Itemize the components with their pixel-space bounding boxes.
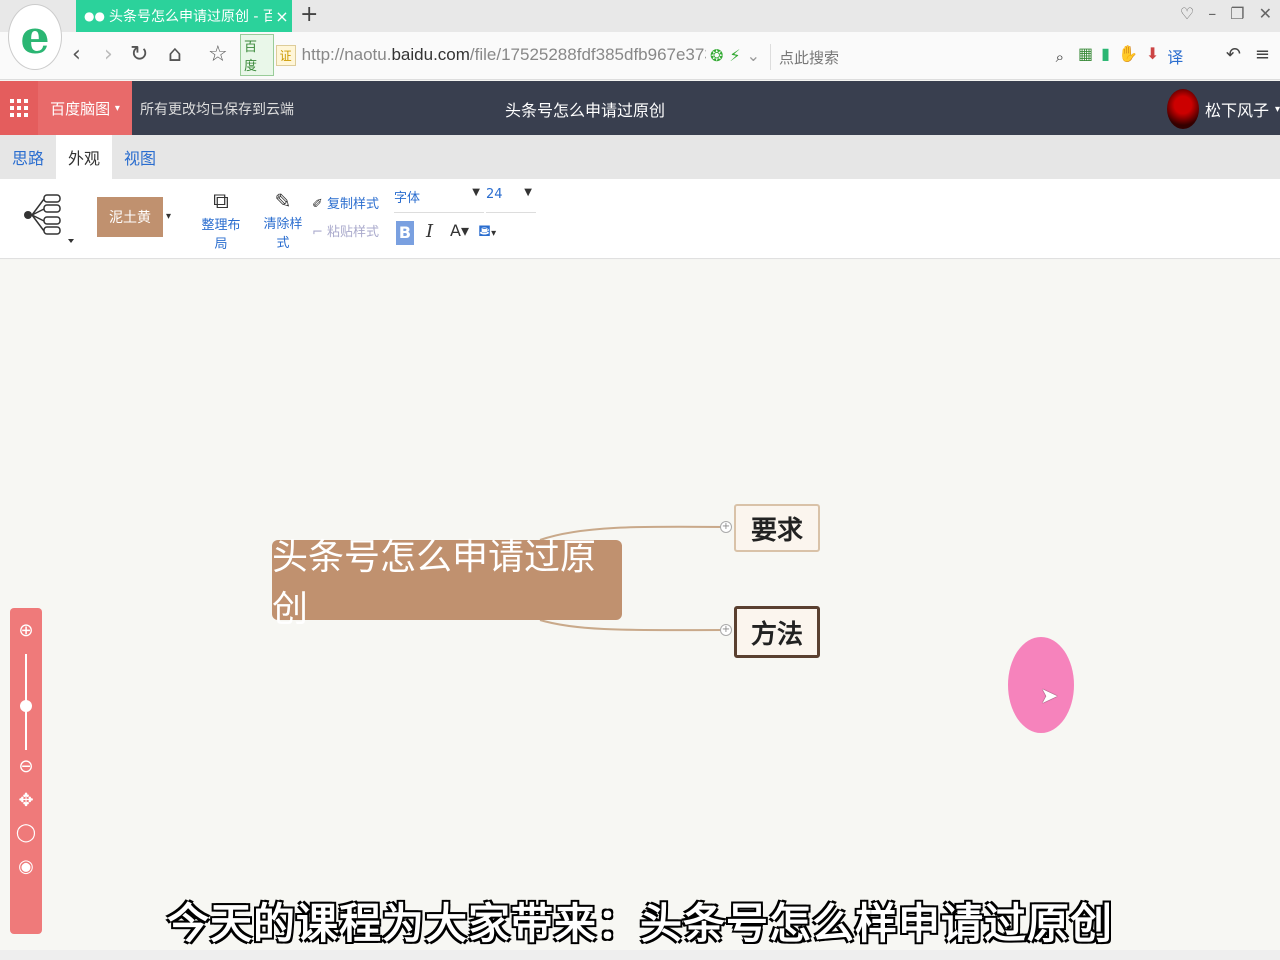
user-menu[interactable]: 松下风子 ▾ <box>1166 89 1280 129</box>
expand-icon[interactable]: + <box>720 521 732 533</box>
back-icon[interactable]: ‹ <box>72 42 81 67</box>
hand-icon[interactable]: ✋ <box>1118 44 1138 68</box>
tab-close-button[interactable]: × <box>272 7 292 26</box>
browser-logo-letter: e <box>20 10 50 64</box>
child-node-method[interactable]: 方法 <box>734 606 820 658</box>
move-icon[interactable]: ✥ <box>10 790 42 811</box>
close-window-icon[interactable]: ✕ <box>1259 4 1272 23</box>
url-icons: ❂ ⚡ ⌄ <box>710 46 760 65</box>
document-title[interactable]: 头条号怎么申请过原创 <box>0 97 1170 121</box>
skin-icon[interactable]: ♡ <box>1180 4 1194 23</box>
search-icon[interactable]: ⌕ <box>1056 48 1064 66</box>
lightning-icon[interactable]: ⚡ <box>729 46 740 65</box>
theme-dropdown-icon[interactable]: ▾ <box>166 211 171 222</box>
home-icon[interactable]: ⌂ <box>168 42 182 67</box>
app-header: 百度脑图 ▾ 所有更改均已保存到云端 头条号怎么申请过原创 松下风子 ▾ <box>0 81 1280 135</box>
paste-style-button[interactable]: ⌐ 粘贴样式 <box>312 221 379 240</box>
layout-icon: ⧉ <box>213 189 229 214</box>
theme-button[interactable]: 泥土黄 <box>97 197 163 237</box>
url-prefix: http://naotu. <box>301 45 392 64</box>
mindmap-canvas[interactable]: 头条号怎么申请过原创 + 要求 + 方法 ➤ <box>0 260 1280 950</box>
font-dropdown-icon: ▼ <box>472 187 480 198</box>
browser-right-controls: ↶ ≡ <box>1226 44 1270 65</box>
arrange-layout-button[interactable]: ⧉ 整理布局 <box>198 189 244 252</box>
video-subtitle: 今天的课程为大家带来：头条号怎么样申请过原创 <box>166 899 1113 948</box>
username: 松下风子 <box>1204 101 1269 120</box>
copy-style-label: 复制样式 <box>327 197 380 212</box>
dropdown-icon[interactable]: ⌄ <box>747 46 760 65</box>
root-node[interactable]: 头条号怎么申请过原创 <box>272 537 622 630</box>
refresh-icon[interactable]: ↻ <box>130 42 148 67</box>
url-path: /file/17525288fdf385dfb967e37301 <box>469 45 706 64</box>
new-tab-button[interactable]: + <box>300 2 318 27</box>
tab-idea[interactable]: 思路 <box>0 135 56 179</box>
bold-button[interactable]: B <box>396 221 414 245</box>
copy-style-icon: ✐ <box>312 197 323 212</box>
window-controls: ♡ – ❐ ✕ <box>1180 4 1272 23</box>
browser-logo[interactable]: e <box>8 4 62 70</box>
paste-style-icon: ⌐ <box>312 225 323 240</box>
background-color-button[interactable]: ⛾▾ <box>478 221 496 242</box>
search-input[interactable]: 点此搜索 ⌕ <box>770 44 1070 70</box>
url-field[interactable]: 百度 证 http://naotu.baidu.com/file/1752528… <box>240 34 760 76</box>
browser-tab[interactable]: ●● 头条号怎么申请过原创 - 百度脑 × <box>76 0 292 32</box>
eye-icon[interactable]: ◉ <box>10 856 42 877</box>
zoom-controls: ⊕ ⊖ ✥ ◯ ◉ <box>10 608 42 934</box>
forward-icon[interactable]: › <box>104 42 113 67</box>
size-dropdown-icon: ▼ <box>524 187 532 198</box>
status-bar <box>0 950 1280 960</box>
star-icon[interactable]: ☆ <box>208 42 228 67</box>
paint-bucket-icon: ⛾ <box>478 221 492 240</box>
extension-icons: ▦ ▮ ✋ ⬇ 译 <box>1078 44 1183 68</box>
arrange-layout-label: 整理布局 <box>201 218 241 252</box>
apps-icon[interactable]: ▦ <box>1078 44 1093 68</box>
search-placeholder: 点此搜索 <box>779 48 840 67</box>
owl-icon: ●● <box>84 9 105 23</box>
minimize-icon[interactable]: – <box>1208 4 1216 23</box>
font-color-button[interactable]: A▾ <box>450 221 469 240</box>
toolbar: 泥土黄 ▾ ⧉ 整理布局 ✎ 清除样式 ✐ 复制样式 ⌐ 粘贴样式 字体 ▼ 2… <box>0 179 1280 259</box>
mouse-cursor-icon: ➤ <box>1040 684 1059 709</box>
zoom-out-icon[interactable]: ⊖ <box>10 756 42 777</box>
avatar <box>1166 89 1199 129</box>
font-family-value: 字体 <box>394 191 421 206</box>
zoom-in-icon[interactable]: ⊕ <box>10 620 42 641</box>
menu-tabs: 思路 外观 视图 <box>0 135 1280 179</box>
baidu-badge: 百度 <box>240 34 274 76</box>
browser-tabbar: ●● 头条号怎么申请过原创 - 百度脑 × + ♡ – ❐ ✕ <box>0 0 1280 32</box>
url-text: http://naotu.baidu.com/file/17525288fdf3… <box>302 45 706 65</box>
translate-icon[interactable]: 译 <box>1167 44 1183 68</box>
child-node-requirements[interactable]: 要求 <box>734 504 820 552</box>
font-size-select[interactable]: 24 ▼ <box>486 187 536 213</box>
font-size-value: 24 <box>486 187 503 202</box>
menu-icon[interactable]: ≡ <box>1255 44 1270 65</box>
clear-style-button[interactable]: ✎ 清除样式 <box>260 189 306 251</box>
tab-title: 头条号怎么申请过原创 - 百度脑 <box>108 9 272 25</box>
url-domain: baidu.com <box>391 45 470 64</box>
font-family-select[interactable]: 字体 ▼ <box>394 187 484 213</box>
brush-icon: ✎ <box>274 189 292 213</box>
undo-icon[interactable]: ↶ <box>1226 44 1241 65</box>
zoom-slider-handle[interactable] <box>20 700 32 712</box>
user-caret-icon: ▾ <box>1274 103 1280 115</box>
cert-badge: 证 <box>275 44 296 66</box>
security-icon[interactable]: ❂ <box>710 46 723 65</box>
paste-style-label: 粘贴样式 <box>327 225 380 240</box>
locate-icon[interactable]: ◯ <box>10 822 42 843</box>
italic-button[interactable]: I <box>426 221 433 242</box>
tab-appearance[interactable]: 外观 <box>56 135 112 179</box>
download-icon[interactable]: ⬇ <box>1146 44 1159 68</box>
structure-button[interactable] <box>18 191 74 251</box>
copy-style-button[interactable]: ✐ 复制样式 <box>312 193 379 212</box>
expand-icon[interactable]: + <box>720 624 732 636</box>
connector-lines <box>539 525 727 632</box>
structure-icon <box>24 194 74 243</box>
bg-dropdown-icon: ▾ <box>491 228 497 239</box>
reader-icon[interactable]: ▮ <box>1101 44 1110 68</box>
clear-style-label: 清除样式 <box>263 217 303 251</box>
address-bar: ‹ › ↻ ⌂ ☆ 百度 证 http://naotu.baidu.com/fi… <box>0 32 1280 80</box>
tab-view[interactable]: 视图 <box>112 135 168 179</box>
restore-icon[interactable]: ❐ <box>1230 4 1244 23</box>
